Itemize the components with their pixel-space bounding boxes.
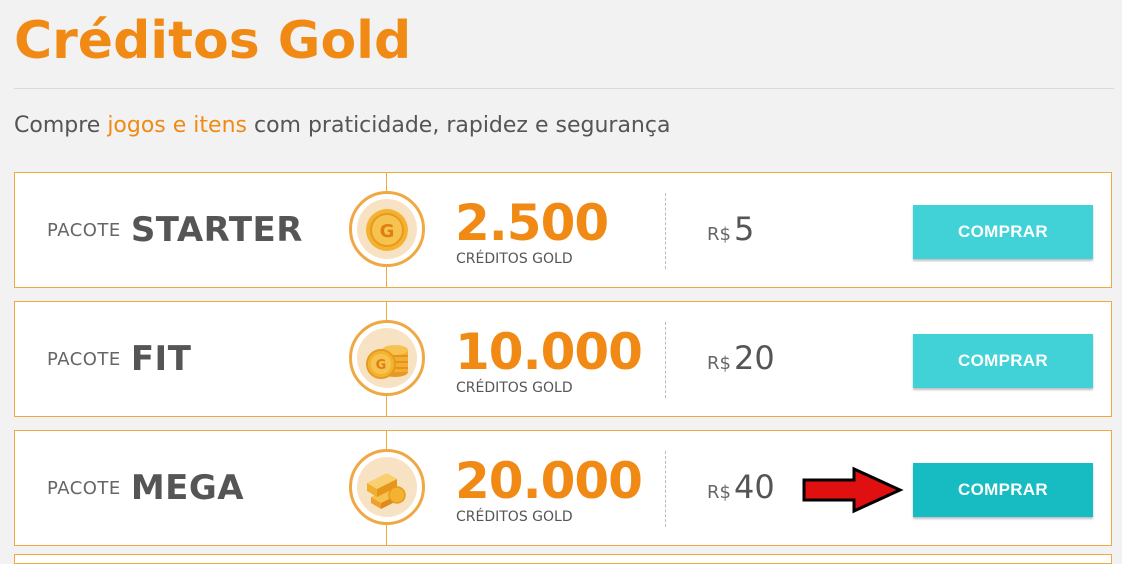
title-divider: [14, 88, 1114, 89]
buy-starter-button[interactable]: COMPRAR: [913, 205, 1093, 259]
currency-symbol: R$: [707, 224, 731, 245]
currency-symbol: R$: [707, 482, 731, 503]
buy-fit-button[interactable]: COMPRAR: [913, 334, 1093, 388]
package-card-fit: PACOTE FIT G 10.000 CRÉDITOS GOLD R$20 C…: [14, 301, 1112, 417]
price-value: 40: [733, 468, 775, 506]
package-label: PACOTE: [47, 477, 121, 499]
credits-amount: 10.000: [455, 323, 643, 381]
coin-stack-icon: G: [349, 320, 425, 396]
package-name: PACOTE STARTER: [47, 173, 303, 287]
package-title: FIT: [130, 339, 192, 379]
package-card-mega: PACOTE MEGA 20.000 CRÉDITOS GOLD R$40 CO…: [14, 430, 1112, 546]
currency-symbol: R$: [707, 353, 731, 374]
subtitle-highlight: jogos e itens: [107, 113, 247, 138]
package-title: STARTER: [130, 210, 303, 250]
credits-label: CRÉDITOS GOLD: [456, 509, 573, 525]
package-label: PACOTE: [47, 348, 121, 370]
package-price: R$20: [707, 338, 775, 384]
credits-label: CRÉDITOS GOLD: [456, 251, 573, 267]
price-value: 5: [733, 210, 755, 248]
package-card-starter: PACOTE STARTER G 2.500 CRÉDITOS GOLD R$5…: [14, 172, 1112, 288]
single-gold-coin-icon: G: [349, 191, 425, 267]
page-title: Créditos Gold: [14, 11, 412, 71]
svg-text:G: G: [376, 358, 387, 373]
package-price: R$40: [707, 467, 775, 513]
package-title: MEGA: [130, 468, 245, 508]
svg-text:G: G: [380, 221, 395, 242]
buy-mega-button[interactable]: COMPRAR: [913, 463, 1093, 517]
package-name: PACOTE FIT: [47, 302, 191, 416]
red-arrow-icon: [800, 466, 904, 518]
package-name: PACOTE MEGA: [47, 431, 244, 545]
subtitle-text-after: com praticidade, rapidez e segurança: [246, 113, 671, 138]
package-price: R$5: [707, 209, 754, 255]
dashed-divider: [665, 193, 666, 269]
next-card-edge: [14, 554, 1112, 564]
package-label: PACOTE: [47, 219, 121, 241]
subtitle-text-before: Compre: [14, 113, 108, 138]
credits-amount: 2.500: [455, 194, 609, 252]
credits-label: CRÉDITOS GOLD: [456, 380, 573, 396]
dashed-divider: [665, 451, 666, 527]
gold-bars-icon: [349, 449, 425, 525]
page-subtitle: Compre jogos e itens com praticidade, ra…: [14, 111, 670, 141]
credits-amount: 20.000: [455, 452, 643, 510]
price-value: 20: [733, 339, 775, 377]
dashed-divider: [665, 322, 666, 398]
